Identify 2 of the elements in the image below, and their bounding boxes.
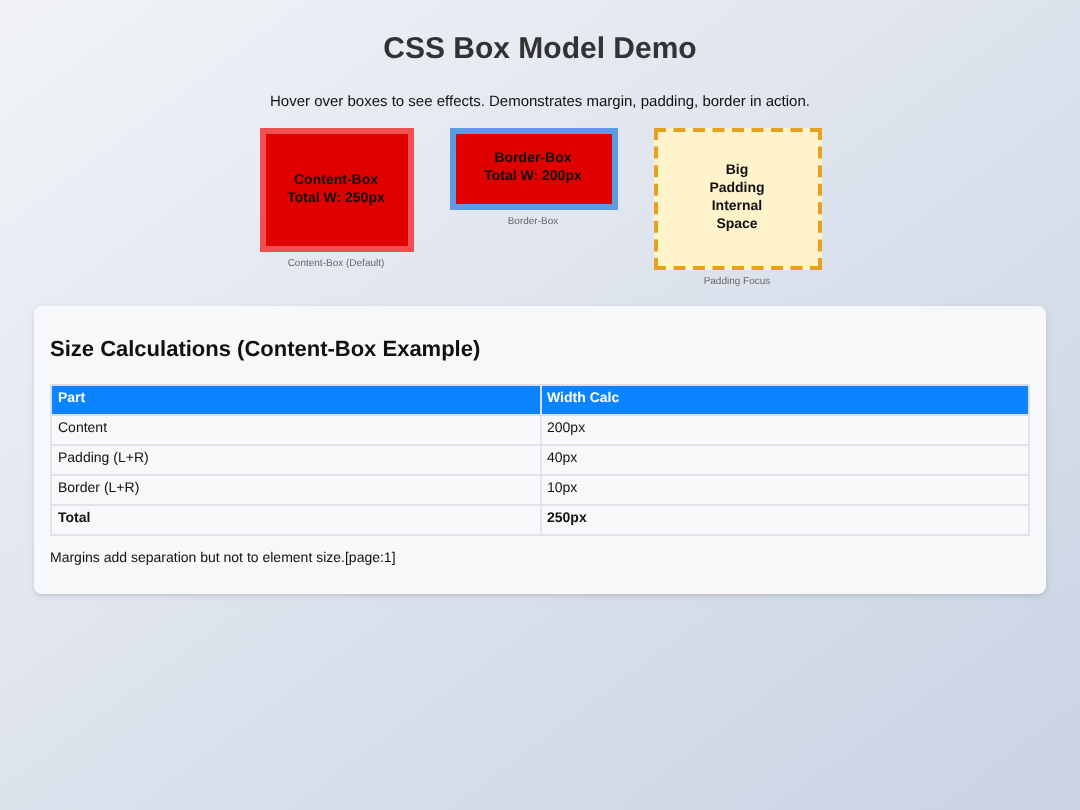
card-heading: Size Calculations (Content-Box Example) <box>50 336 483 367</box>
page-title: CSS Box Model Demo <box>383 30 697 70</box>
